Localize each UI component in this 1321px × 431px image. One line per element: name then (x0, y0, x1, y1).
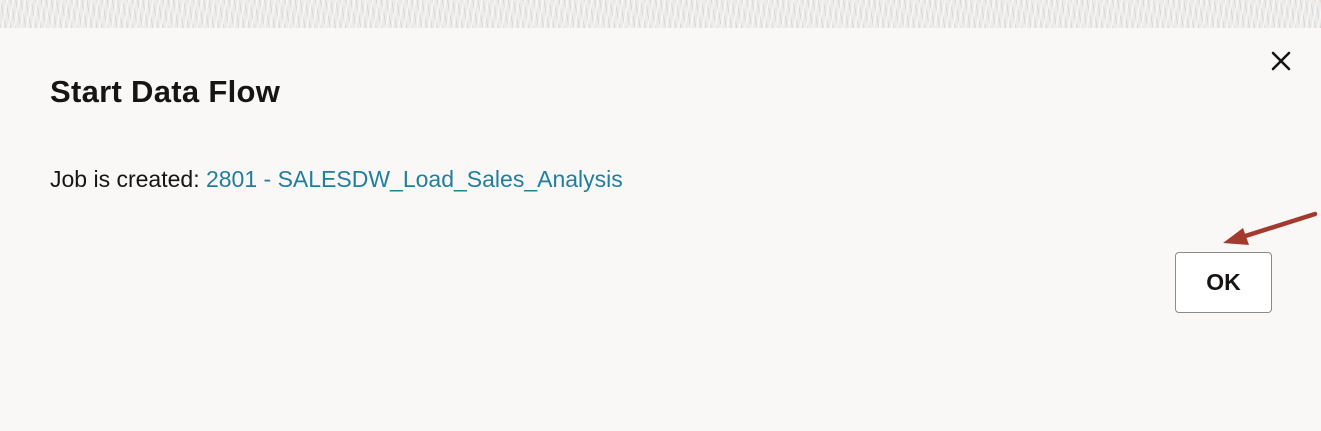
background-texture (0, 0, 1321, 28)
annotation-arrow-icon (1223, 211, 1318, 245)
dialog-title: Start Data Flow (50, 74, 281, 109)
message-label: Job is created: (50, 166, 206, 192)
start-data-flow-dialog: Start Data Flow Job is created: 2801 - S… (0, 28, 1321, 431)
ok-button[interactable]: OK (1175, 252, 1272, 313)
close-button[interactable] (1263, 46, 1299, 76)
job-created-message: Job is created: 2801 - SALESDW_Load_Sale… (50, 166, 623, 193)
close-icon (1271, 51, 1291, 71)
job-link[interactable]: 2801 - SALESDW_Load_Sales_Analysis (206, 166, 623, 192)
